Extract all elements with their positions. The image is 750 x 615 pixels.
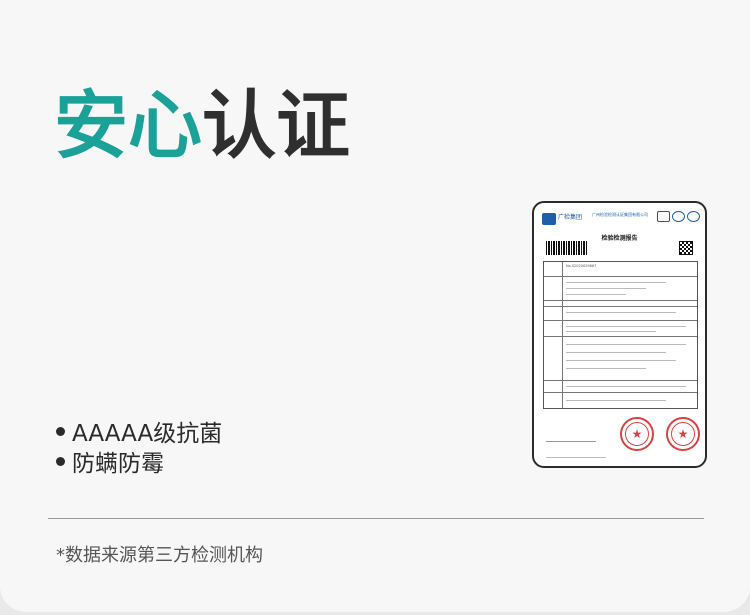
official-seal-icon [620,417,654,451]
test-report-image: 广检集团 广州检验检测认证集团有限公司 检验检测报告 No.S202002966… [532,201,707,468]
feature-item: AAAAA级抗菌 [56,416,223,447]
title-accent: 安心 [54,83,202,169]
barcode-icon [546,241,588,255]
report-table: No.S2020029667 [543,261,698,409]
accreditation-marks [657,211,700,222]
feature-item: 防螨防霉 [56,446,222,477]
inspection-seal-icon [666,417,700,451]
feature-antibacterial: AAAAA级抗菌 [72,421,223,447]
report-number: No.S2020029667 [566,264,597,268]
cma-mark-icon [657,211,670,222]
source-note: *数据来源第三方检测机构 [56,545,263,566]
qr-code-icon [679,241,693,255]
bullet-icon [56,456,65,466]
cnas-mark-icon [672,211,685,222]
content-card: 安心认证 广检集团 广州检验检测认证集团有限公司 检验检测报告 No.S2020… [0,0,750,612]
org-full-name: 广州检验检测认证集团有限公司 [592,212,648,217]
bullet-icon [56,426,65,436]
org-short-name: 广检集团 [558,214,583,221]
org-logo-icon [542,213,556,225]
feature-anti-mite: 防螨防霉 [72,451,164,477]
ilac-mark-icon [687,211,700,222]
title-rest: 认证 [202,83,350,169]
page-title: 安心认证 [54,84,350,168]
divider [48,518,704,519]
report-header: 广检集团 广州检验检测认证集团有限公司 [542,211,702,235]
feature-list: AAAAA级抗菌 防螨防霉 [56,416,223,477]
